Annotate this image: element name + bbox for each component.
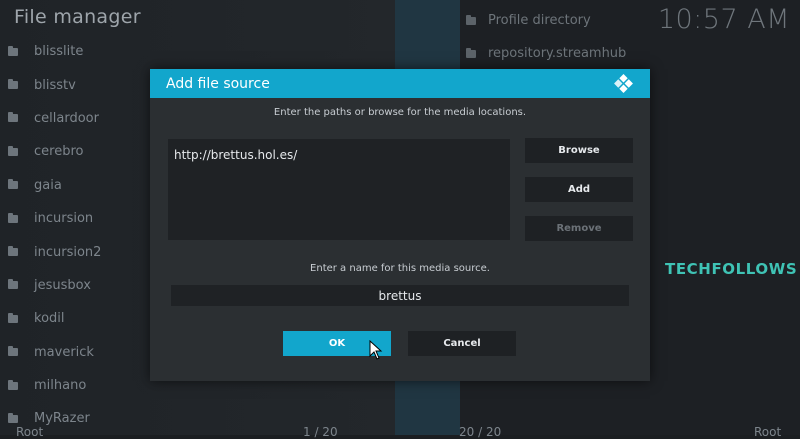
folder-icon xyxy=(8,246,18,257)
list-item-label: milhano xyxy=(34,378,87,394)
dialog-header: Add file source xyxy=(150,69,650,98)
cancel-button[interactable]: Cancel xyxy=(408,331,516,356)
folder-icon xyxy=(466,47,476,58)
paths-list[interactable]: http://brettus.hol.es/ xyxy=(168,139,510,240)
folder-icon xyxy=(8,79,18,90)
footer-right-label: Root xyxy=(754,425,782,439)
list-item-label: blisslite xyxy=(34,44,84,60)
list-item[interactable]: blisslite xyxy=(0,35,380,68)
footer-left-label: Root xyxy=(16,425,44,439)
mouse-pointer-icon xyxy=(369,340,383,360)
app-title: File manager xyxy=(14,6,141,28)
list-item-label: incursion2 xyxy=(34,244,102,260)
folder-icon xyxy=(8,145,18,156)
list-item[interactable]: repository.streamhub xyxy=(466,37,626,70)
footer-bar: Root 1 / 20 20 / 20 Root xyxy=(0,425,800,439)
list-item-label: incursion xyxy=(34,211,94,227)
list-item-label: maverick xyxy=(34,344,94,360)
dialog-title: Add file source xyxy=(166,75,270,92)
folder-icon xyxy=(8,112,18,123)
path-item[interactable]: http://brettus.hol.es/ xyxy=(174,148,297,162)
footer-right-count: 20 / 20 xyxy=(459,425,502,439)
folder-icon xyxy=(8,212,18,223)
list-item-label: kodil xyxy=(34,311,65,327)
list-item-label: Profile directory xyxy=(488,13,591,28)
kodi-logo-icon xyxy=(614,74,633,93)
list-item-label: jesusbox xyxy=(34,277,91,293)
name-instruction: Enter a name for this media source. xyxy=(310,263,490,274)
right-source-list: Profile directory repository.streamhub xyxy=(466,4,626,70)
add-button[interactable]: Add xyxy=(525,177,633,202)
list-item-label: cerebro xyxy=(34,144,84,160)
folder-icon xyxy=(8,412,18,423)
folder-icon xyxy=(8,312,18,323)
list-item-label: cellardoor xyxy=(34,110,99,126)
add-file-source-dialog: Add file source Enter the paths or brows… xyxy=(150,69,650,381)
list-item-label: gaia xyxy=(34,177,62,193)
watermark-logo: TECHFOLLOWS xyxy=(665,260,798,278)
list-item-label: blisstv xyxy=(34,77,76,93)
list-item-label: repository.streamhub xyxy=(488,46,627,61)
folder-icon xyxy=(8,379,18,390)
folder-icon xyxy=(8,346,18,357)
source-name-field[interactable]: brettus xyxy=(171,285,629,306)
paths-instruction: Enter the paths or browse for the media … xyxy=(273,107,527,118)
folder-icon xyxy=(8,179,18,190)
folder-icon xyxy=(8,279,18,290)
list-item[interactable]: Profile directory xyxy=(466,4,626,37)
remove-button[interactable]: Remove xyxy=(525,216,633,241)
clock: 10:57 AM xyxy=(657,4,790,35)
footer-left-count: 1 / 20 xyxy=(303,425,338,439)
folder-icon xyxy=(8,45,18,56)
browse-button[interactable]: Browse xyxy=(525,138,633,163)
folder-icon xyxy=(466,14,476,25)
